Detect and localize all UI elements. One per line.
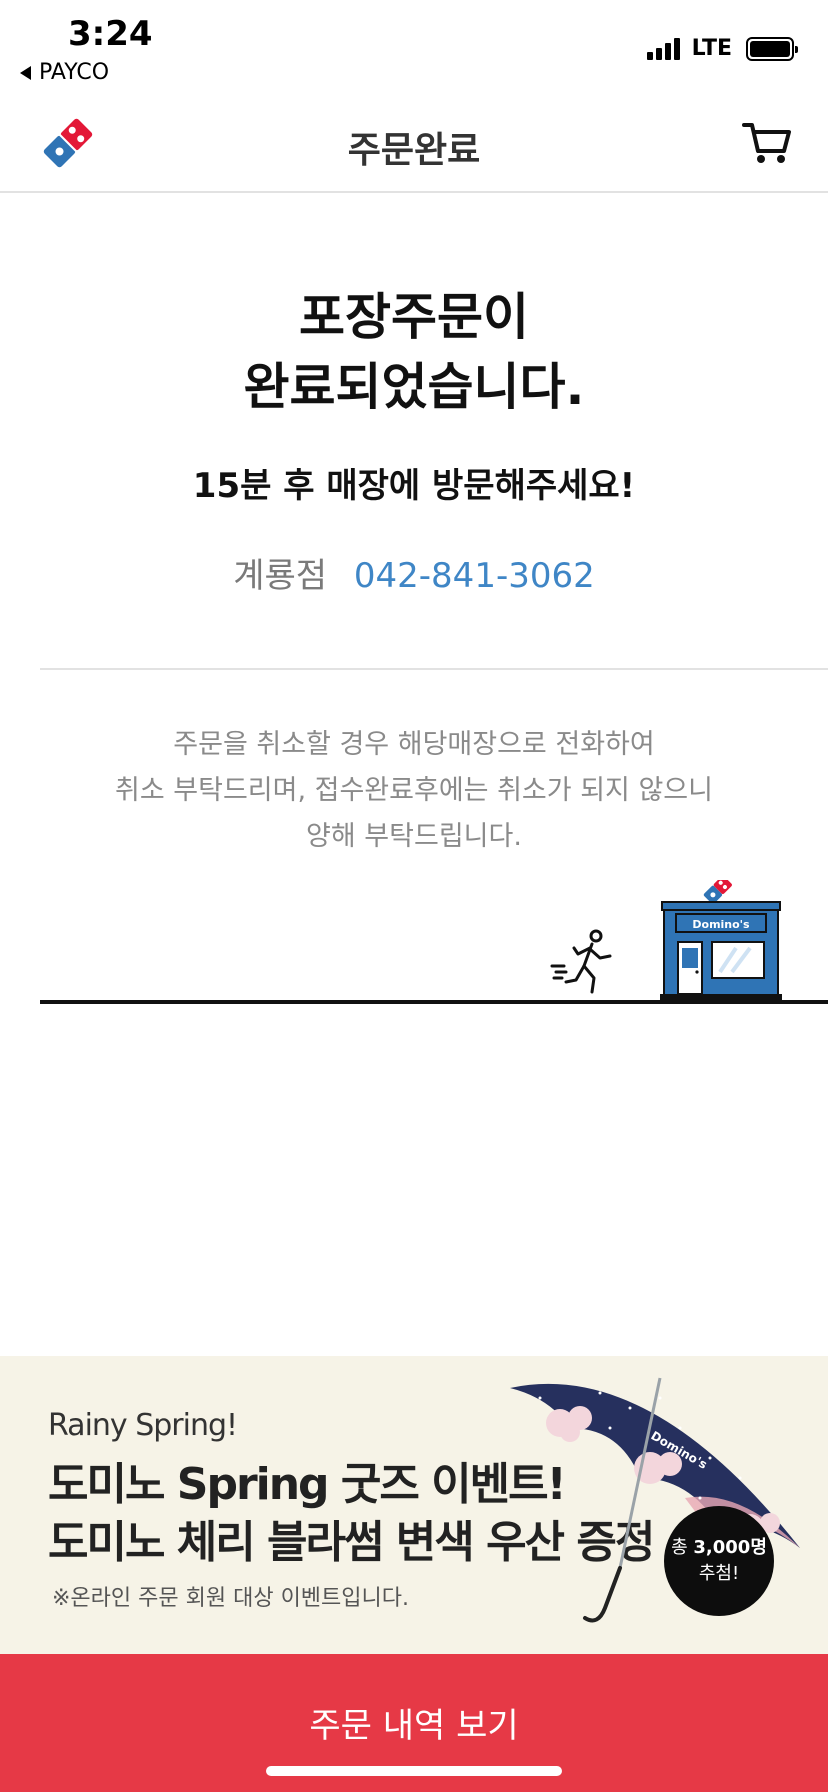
cart-icon[interactable] — [742, 117, 792, 167]
store-name: 계룡점 — [233, 556, 328, 596]
back-to-app-link[interactable]: PAYCO — [20, 60, 109, 85]
notice-line: 양해 부탁드립니다. — [306, 821, 522, 852]
back-triangle-icon — [20, 65, 31, 80]
badge-count: 3,000명 — [693, 1537, 767, 1558]
running-person-icon — [550, 929, 612, 994]
back-app-label: PAYCO — [39, 60, 110, 85]
page-title: 주문완료 — [347, 130, 481, 171]
promo-banner[interactable]: Rainy Spring! 도미노 Spring 굿즈 이벤트! 도미노 체리 … — [0, 1356, 828, 1654]
signal-icon — [646, 37, 680, 60]
completion-title: 포장주문이 완료되었습니다. — [0, 282, 828, 422]
completion-title-line1: 포장주문이 — [299, 288, 529, 346]
status-time: 3:24 — [68, 14, 153, 54]
network-type: LTE — [691, 36, 732, 61]
badge-line2: 추첨! — [698, 1563, 740, 1584]
ground-line — [40, 1000, 828, 1004]
battery-icon — [746, 36, 798, 61]
banner-note: ※온라인 주문 회원 대상 이벤트입니다. — [52, 1586, 410, 1611]
status-bar: 3:24 PAYCO LTE — [0, 0, 828, 95]
pickup-illustration: Domino's — [0, 880, 828, 1010]
badge-line1: 총 3,000명 — [671, 1537, 767, 1558]
visit-instruction: 15분 후 매장에 방문해주세요! — [192, 466, 636, 506]
umbrella-icon: Domino's — [510, 1377, 800, 1623]
completion-title-line2: 완료되었습니다. — [243, 358, 585, 416]
cancel-notice: 주문을 취소할 경우 해당매장으로 전화하여 취소 부탁드리며, 접수완료후에는… — [60, 722, 768, 860]
store-phone-link[interactable]: 042-841-3062 — [354, 556, 595, 596]
store-icon: Domino's — [660, 880, 782, 1001]
home-indicator[interactable] — [266, 1766, 562, 1776]
notice-line: 취소 부탁드리며, 접수완료후에는 취소가 되지 않으니 — [115, 775, 713, 806]
shop-sign-text: Domino's — [692, 918, 750, 931]
app-header: 주문완료 — [0, 95, 828, 193]
section-divider — [40, 668, 828, 670]
notice-line: 주문을 취소할 경우 해당매장으로 전화하여 — [173, 729, 655, 760]
cta-label: 주문 내역 보기 — [309, 1706, 519, 1746]
banner-eyebrow: Rainy Spring! — [48, 1408, 238, 1443]
status-indicators: LTE — [646, 36, 798, 61]
prize-badge: 총 3,000명 추첨! — [664, 1506, 774, 1616]
store-info: 계룡점 042-841-3062 — [0, 548, 828, 597]
